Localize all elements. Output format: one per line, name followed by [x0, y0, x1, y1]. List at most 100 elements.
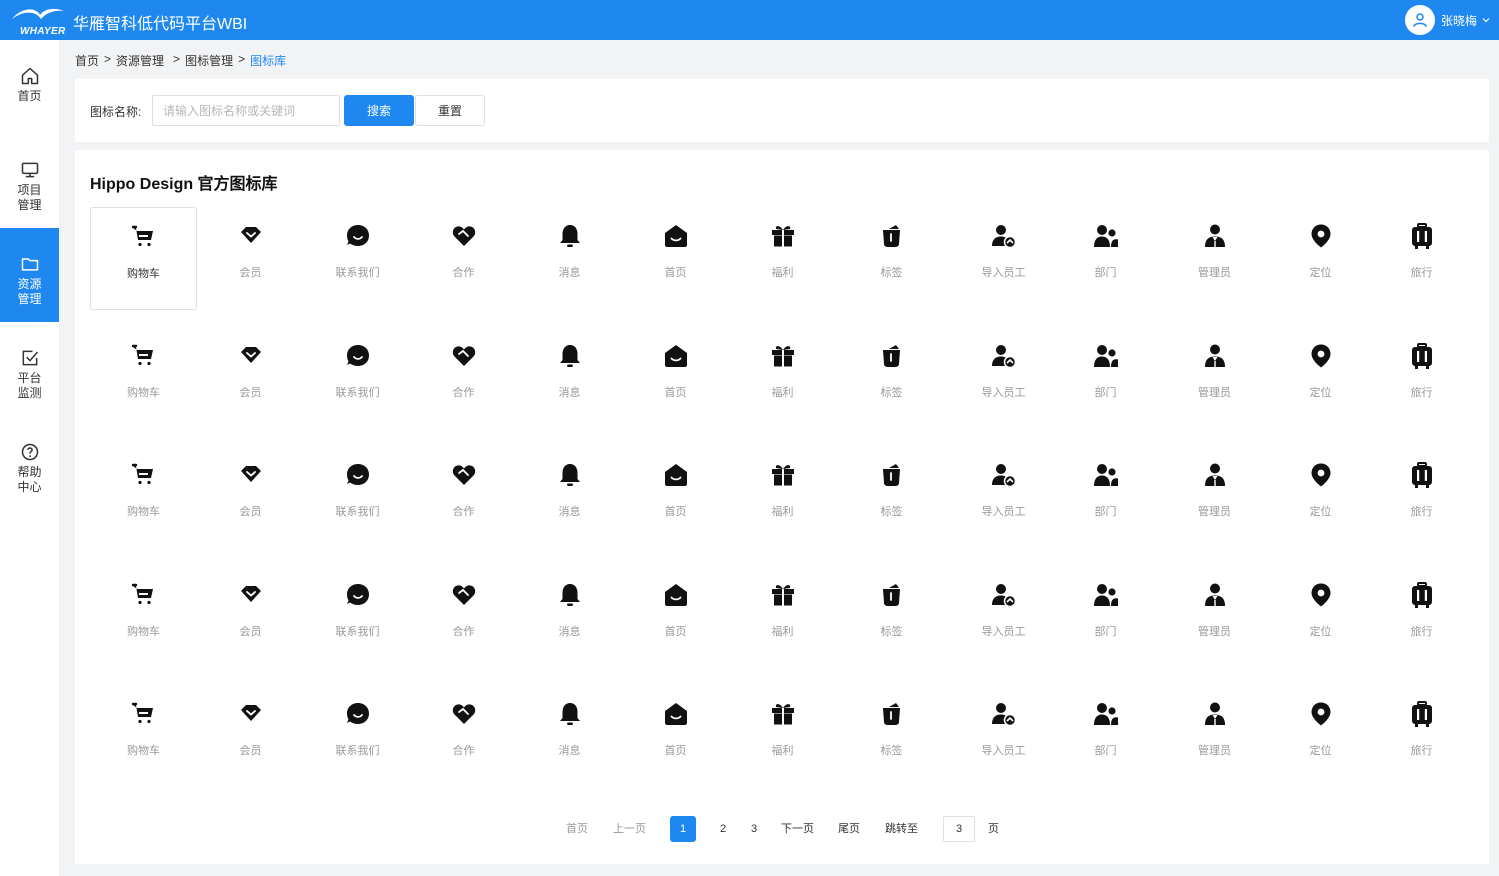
icon-tile[interactable]: 购物车	[90, 685, 197, 788]
icon-tile[interactable]: 导入员工	[950, 207, 1057, 310]
icon-label: 定位	[1309, 387, 1332, 399]
icon-tile[interactable]: 首页	[622, 207, 729, 310]
jump-page-input[interactable]	[943, 816, 975, 842]
icon-tile[interactable]: 福利	[729, 566, 836, 669]
icon-label: 合作	[452, 387, 475, 399]
icon-tile[interactable]: 部门	[1052, 207, 1159, 310]
icon-tile[interactable]: 消息	[516, 207, 623, 310]
last-page-button[interactable]: 尾页	[838, 816, 860, 842]
icon-tile[interactable]: 消息	[516, 446, 623, 549]
icon-tile[interactable]: 部门	[1052, 327, 1159, 430]
breadcrumb-separator: >	[173, 52, 181, 66]
avatar[interactable]	[1404, 5, 1435, 35]
user-menu[interactable]: 张晓梅	[1404, 4, 1491, 36]
icon-tile[interactable]: 部门	[1052, 685, 1159, 788]
icon-tile[interactable]: 定位	[1267, 207, 1374, 310]
icon-tile[interactable]: 购物车	[90, 207, 197, 310]
icon-tile[interactable]: 导入员工	[950, 446, 1057, 549]
reset-button[interactable]: 重置	[415, 95, 485, 126]
icon-tile[interactable]: 定位	[1267, 566, 1374, 669]
breadcrumb-separator: >	[238, 52, 246, 66]
next-page-button[interactable]: 下一页	[781, 816, 814, 842]
sidebar-item-help[interactable]: 帮助 中心	[0, 416, 59, 510]
icon-tile[interactable]: 定位	[1267, 327, 1374, 430]
home-filled-icon	[662, 222, 690, 250]
icon-tile[interactable]: 首页	[622, 327, 729, 430]
icon-tile[interactable]: 福利	[729, 207, 836, 310]
search-button[interactable]: 搜索	[344, 95, 414, 126]
icon-tile[interactable]: 消息	[516, 685, 623, 788]
prev-page-button[interactable]: 上一页	[613, 816, 646, 842]
icon-tile[interactable]: 旅行	[1368, 327, 1475, 430]
icon-tile[interactable]: 部门	[1052, 446, 1159, 549]
search-input[interactable]	[152, 95, 340, 126]
icon-tile[interactable]: 导入员工	[950, 566, 1057, 669]
chevron-down-icon[interactable]	[1481, 15, 1491, 25]
icon-tile[interactable]: 合作	[410, 207, 517, 310]
icon-label: 旅行	[1410, 387, 1433, 399]
icon-tile[interactable]: 管理员	[1161, 207, 1268, 310]
first-page-button[interactable]: 首页	[566, 816, 588, 842]
icon-tile[interactable]: 定位	[1267, 446, 1374, 549]
icon-tile[interactable]: 会员	[197, 207, 304, 310]
icon-tile[interactable]: 消息	[516, 566, 623, 669]
icon-tile[interactable]: 购物车	[90, 446, 197, 549]
icon-tile[interactable]: 会员	[197, 685, 304, 788]
icon-tile[interactable]: 部门	[1052, 566, 1159, 669]
icon-tile[interactable]: 会员	[197, 566, 304, 669]
icon-tile[interactable]: 福利	[729, 685, 836, 788]
icon-tile[interactable]: 标签	[838, 446, 945, 549]
icon-tile[interactable]: 旅行	[1368, 207, 1475, 310]
icon-tile[interactable]: 合作	[410, 685, 517, 788]
icon-tile[interactable]: 福利	[729, 327, 836, 430]
icon-tile[interactable]: 标签	[838, 207, 945, 310]
sidebar-item-projects[interactable]: 项目 管理	[0, 134, 59, 228]
member-icon	[237, 700, 265, 728]
user-name[interactable]: 张晓梅	[1441, 12, 1477, 29]
icon-tile[interactable]: 管理员	[1161, 446, 1268, 549]
icon-tile[interactable]: 联系我们	[304, 446, 411, 549]
icon-tile[interactable]: 联系我们	[304, 207, 411, 310]
sidebar-item-monitoring[interactable]: 平台 监测	[0, 322, 59, 416]
sidebar-item-label: 项目 管理	[17, 183, 42, 212]
icon-tile[interactable]: 首页	[622, 566, 729, 669]
page-button-1[interactable]: 1	[670, 816, 696, 842]
icon-tile[interactable]: 旅行	[1368, 685, 1475, 788]
icon-tile[interactable]: 首页	[622, 446, 729, 549]
logo-text: WHAYER	[20, 26, 66, 37]
home-icon	[21, 67, 38, 85]
icon-tile[interactable]: 管理员	[1161, 685, 1268, 788]
gift-icon	[769, 581, 797, 609]
icon-tile[interactable]: 旅行	[1368, 446, 1475, 549]
icon-tile[interactable]: 消息	[516, 327, 623, 430]
breadcrumb-resources[interactable]: 资源管理	[116, 52, 164, 69]
icon-tile[interactable]: 联系我们	[304, 327, 411, 430]
icon-tile[interactable]: 标签	[838, 685, 945, 788]
icon-tile[interactable]: 联系我们	[304, 566, 411, 669]
sidebar-item-home[interactable]: 首页	[0, 40, 59, 134]
sidebar-item-resources[interactable]: 资源 管理	[0, 228, 59, 322]
icon-tile[interactable]: 购物车	[90, 566, 197, 669]
icon-tile[interactable]: 合作	[410, 327, 517, 430]
icon-tile[interactable]: 会员	[197, 446, 304, 549]
icon-tile[interactable]: 合作	[410, 566, 517, 669]
icon-tile[interactable]: 合作	[410, 446, 517, 549]
icon-tile[interactable]: 会员	[197, 327, 304, 430]
page-button-2[interactable]: 2	[720, 816, 726, 842]
icon-tile[interactable]: 标签	[838, 566, 945, 669]
icon-tile[interactable]: 联系我们	[304, 685, 411, 788]
icon-tile[interactable]: 管理员	[1161, 327, 1268, 430]
icon-tile[interactable]: 首页	[622, 685, 729, 788]
icon-label: 合作	[452, 267, 475, 279]
icon-tile[interactable]: 导入员工	[950, 685, 1057, 788]
page-button-3[interactable]: 3	[751, 816, 757, 842]
icon-tile[interactable]: 定位	[1267, 685, 1374, 788]
icon-tile[interactable]: 导入员工	[950, 327, 1057, 430]
icon-tile[interactable]: 标签	[838, 327, 945, 430]
icon-tile[interactable]: 管理员	[1161, 566, 1268, 669]
breadcrumb-icon-management[interactable]: 图标管理	[185, 52, 233, 69]
icon-tile[interactable]: 购物车	[90, 327, 197, 430]
icon-tile[interactable]: 福利	[729, 446, 836, 549]
icon-tile[interactable]: 旅行	[1368, 566, 1475, 669]
breadcrumb-home[interactable]: 首页	[75, 52, 99, 69]
